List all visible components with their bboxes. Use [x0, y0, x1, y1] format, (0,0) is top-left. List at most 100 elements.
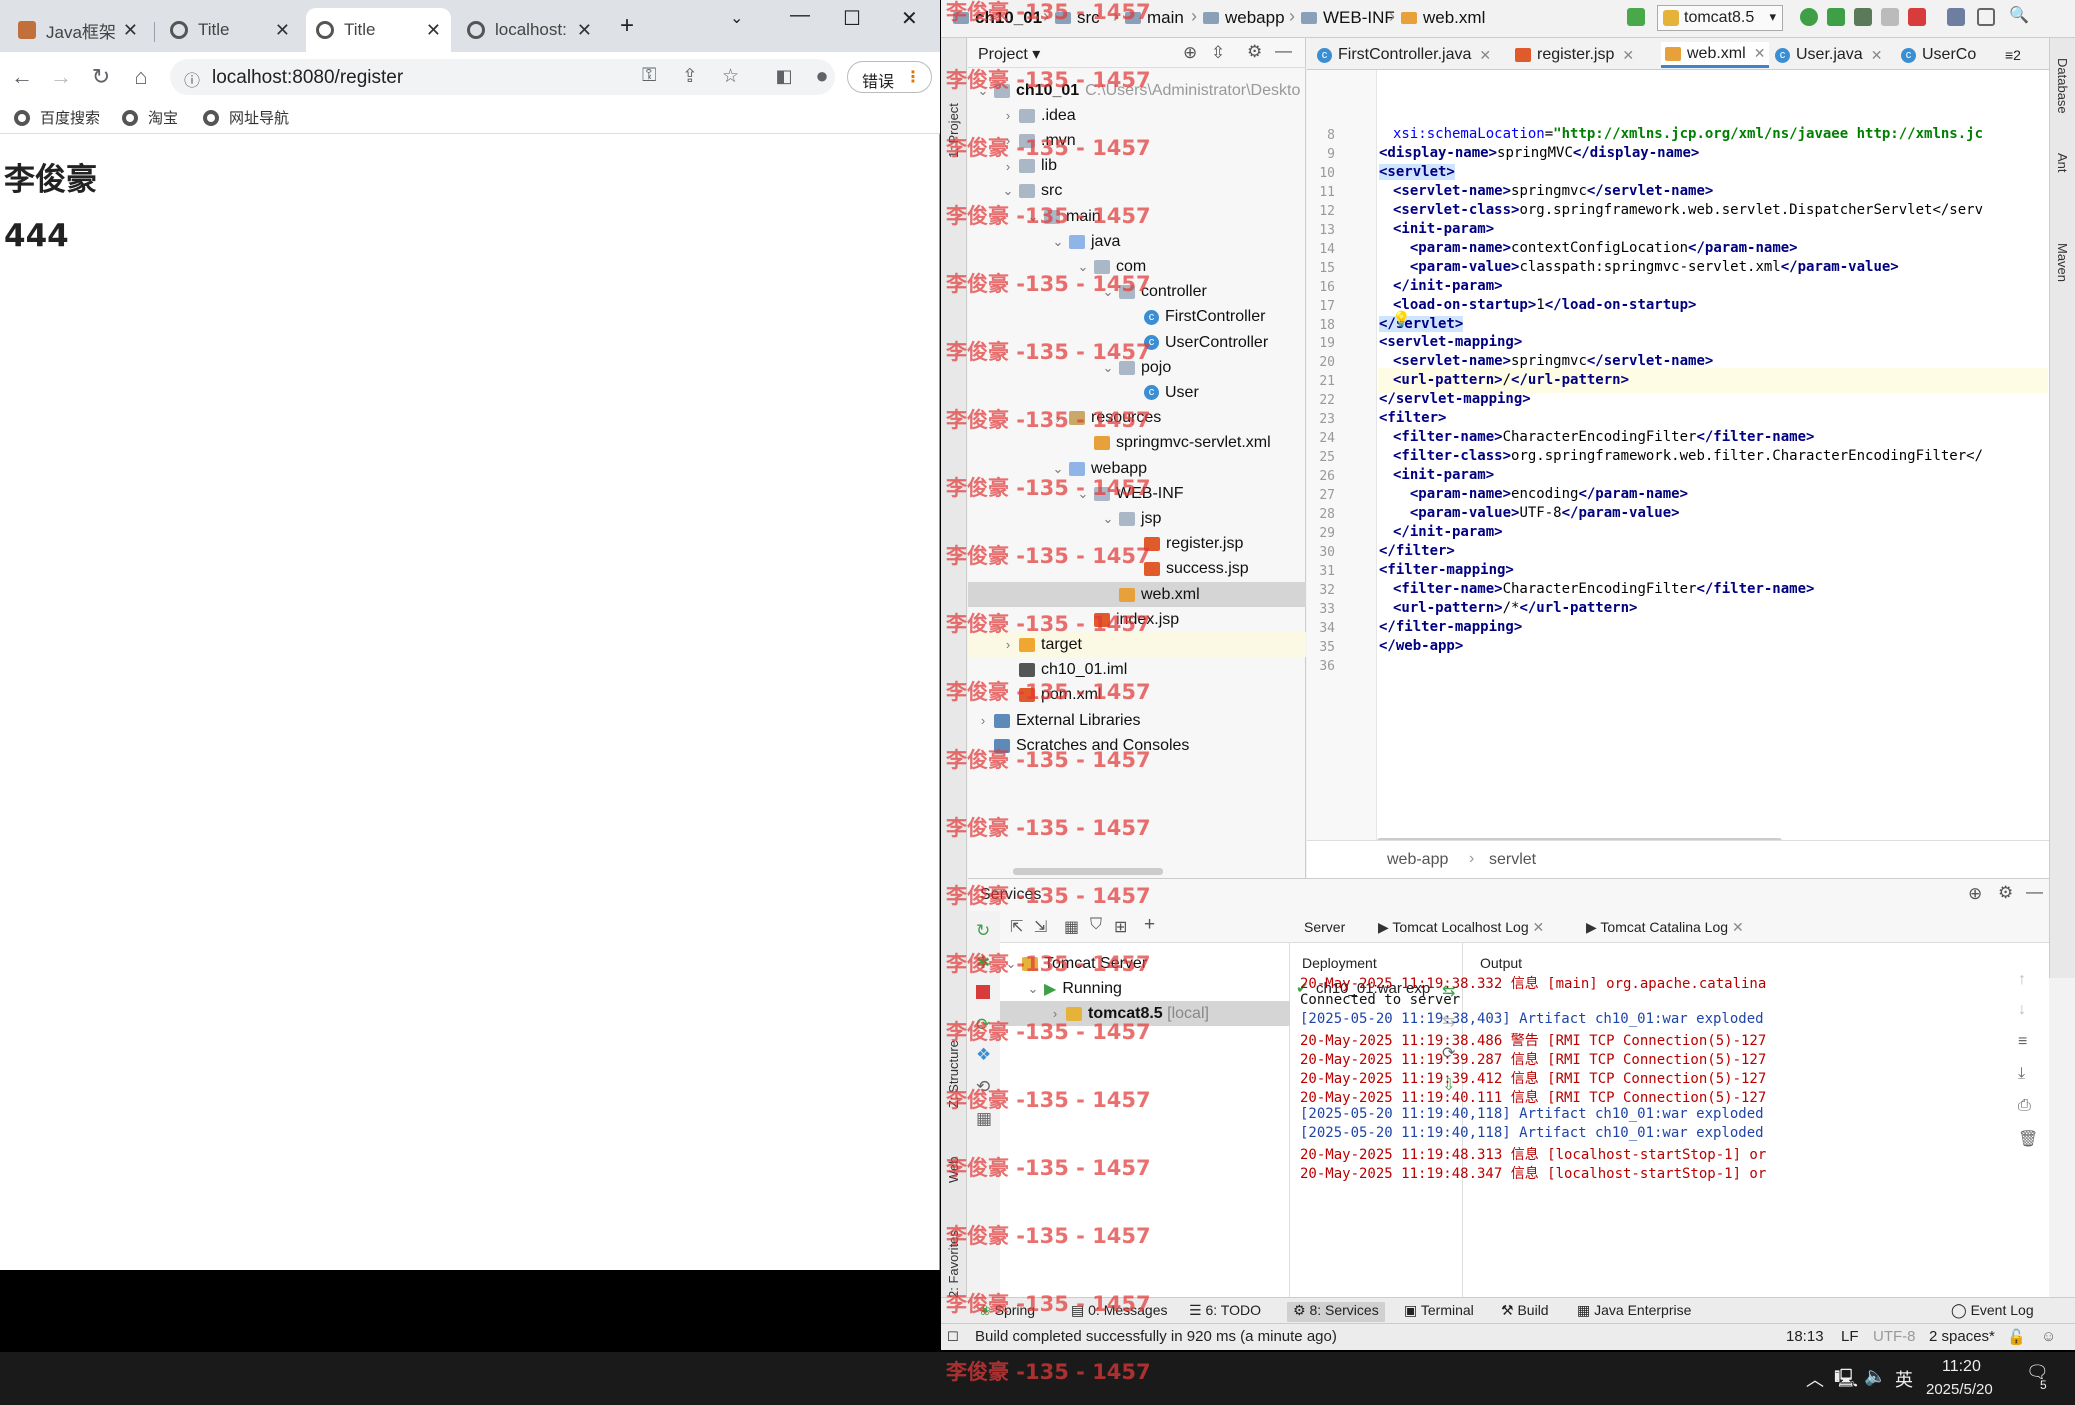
- group-icon[interactable]: ▦: [1064, 917, 1079, 937]
- code-line[interactable]: <param-value>classpath:springmvc-servlet…: [1393, 259, 1899, 275]
- breadcrumb-servlet[interactable]: servlet: [1489, 851, 1536, 869]
- tool-database-tab[interactable]: Database: [2055, 58, 2070, 114]
- horizontal-scrollbar[interactable]: [1013, 868, 1163, 875]
- stop-icon[interactable]: [976, 985, 990, 999]
- code-line[interactable]: </web-app>: [1379, 638, 1463, 654]
- tool-todo[interactable]: ☰ 6: TODO: [1189, 1302, 1261, 1319]
- code-line[interactable]: <init-param>: [1393, 467, 1494, 483]
- chevron-right-icon[interactable]: ›: [1001, 108, 1015, 123]
- inspector-icon[interactable]: ☺: [2041, 1328, 2056, 1345]
- clock-date[interactable]: 2025/5/20: [1926, 1381, 1993, 1398]
- browser-tab-4[interactable]: localhost: ✕: [457, 8, 602, 52]
- maximize-button[interactable]: ☐: [843, 6, 861, 31]
- run-configuration-select[interactable]: tomcat8.5 ▾: [1657, 5, 1783, 31]
- close-icon[interactable]: ✕: [275, 20, 290, 41]
- tool-event-log[interactable]: ◯ Event Log: [1951, 1302, 2034, 1319]
- expand-all-icon[interactable]: ⇱: [1010, 917, 1023, 937]
- locate-icon[interactable]: ⊕: [1183, 43, 1197, 63]
- close-icon[interactable]: ✕: [123, 20, 138, 41]
- tool-terminal[interactable]: ▣ Terminal: [1404, 1302, 1474, 1319]
- bookmark-hao[interactable]: 网址导航: [203, 107, 289, 128]
- browser-tab-3-active[interactable]: Title ✕: [306, 8, 451, 52]
- back-button[interactable]: ←: [8, 63, 36, 91]
- volume-icon[interactable]: 🔈: [1864, 1366, 1886, 1387]
- tab-firstcontroller[interactable]: c FirstController.java ✕: [1317, 42, 1491, 68]
- tree-item[interactable]: ⌄ java: [1051, 229, 1121, 254]
- code-line[interactable]: <servlet>: [1379, 163, 1455, 180]
- code-line[interactable]: <display-name>springMVC</display-name>: [1379, 145, 1699, 161]
- code-line[interactable]: <filter-name>CharacterEncodingFilter</fi…: [1393, 581, 1814, 597]
- trash-icon[interactable]: 🗑: [2018, 1129, 2038, 1149]
- indent-setting[interactable]: 2 spaces*: [1929, 1328, 1995, 1345]
- ime-indicator[interactable]: 英: [1895, 1366, 1913, 1392]
- browser-tab-1[interactable]: Java框架开 ✕: [8, 8, 148, 52]
- close-icon[interactable]: ✕: [1479, 47, 1491, 64]
- chevron-right-icon[interactable]: ›: [976, 713, 990, 728]
- tree-item[interactable]: c User: [1126, 380, 1199, 405]
- rerun-icon[interactable]: ↻: [976, 921, 990, 941]
- breadcrumb-webapp[interactable]: webapp: [1203, 8, 1285, 28]
- code-line[interactable]: </servlet-mapping>: [1379, 391, 1531, 407]
- share-icon[interactable]: ⇪: [682, 65, 698, 88]
- chevron-down-icon[interactable]: ⌄: [1051, 234, 1065, 250]
- stop-icon[interactable]: [1908, 8, 1926, 26]
- soft-wrap-icon[interactable]: ≡: [2018, 1033, 2027, 1051]
- tab-catalina-log[interactable]: ▶ Tomcat Catalina Log ✕: [1586, 919, 1744, 936]
- line-separator[interactable]: LF: [1841, 1328, 1859, 1345]
- window-close-button[interactable]: ✕: [901, 6, 918, 31]
- code-line[interactable]: </init-param>: [1393, 278, 1503, 294]
- hide-icon[interactable]: —: [1275, 41, 1292, 61]
- code-line[interactable]: <filter-class>org.springframework.web.fi…: [1393, 448, 1983, 464]
- add-icon[interactable]: +: [1144, 914, 1155, 936]
- new-tab-icon[interactable]: ⊞: [1114, 917, 1127, 937]
- code-line[interactable]: </filter>: [1379, 543, 1455, 559]
- build-hammer-icon[interactable]: [1627, 8, 1645, 26]
- tool-maven-tab[interactable]: Maven: [2055, 243, 2070, 282]
- tool-java-enterprise[interactable]: ▦ Java Enterprise: [1577, 1302, 1691, 1319]
- breadcrumb-web-app[interactable]: web-app: [1387, 851, 1448, 869]
- minimize-button[interactable]: —: [790, 4, 810, 27]
- tab-web-xml[interactable]: web.xml ✕: [1661, 42, 1770, 68]
- tree-item[interactable]: ⌄ jsp: [1101, 506, 1162, 531]
- code-line[interactable]: <url-pattern>/</url-pattern>: [1393, 372, 1629, 388]
- info-icon[interactable]: ⓘ: [184, 67, 200, 91]
- layout-icon[interactable]: [1977, 8, 1995, 26]
- code-line[interactable]: <param-name>contextConfigLocation</param…: [1393, 240, 1798, 256]
- profile-icon[interactable]: ●: [808, 62, 836, 90]
- star-icon[interactable]: ☆: [722, 65, 739, 88]
- project-structure-icon[interactable]: [1947, 8, 1965, 26]
- code-line[interactable]: <init-param>: [1393, 221, 1494, 237]
- tree-item[interactable]: › .idea: [1001, 103, 1076, 128]
- tab-user-java[interactable]: c User.java ✕: [1775, 42, 1882, 68]
- deploy-icon[interactable]: ❖: [976, 1045, 991, 1065]
- tab-overflow-menu[interactable]: ≡2: [2005, 42, 2021, 68]
- filter-icon[interactable]: ⛉: [1090, 916, 1102, 934]
- profiler-icon[interactable]: [1881, 8, 1899, 26]
- bookmark-baidu[interactable]: 百度搜索: [14, 107, 100, 128]
- hide-icon[interactable]: —: [2026, 882, 2043, 902]
- tree-item[interactable]: web.xml: [968, 582, 1306, 607]
- tab-usercontroller[interactable]: c UserCo: [1901, 42, 1976, 68]
- chevron-down-icon[interactable]: ⌄: [1101, 511, 1115, 527]
- tree-item[interactable]: springmvc-servlet.xml: [1076, 431, 1271, 456]
- status-icon[interactable]: ☐: [947, 1329, 959, 1345]
- new-tab-button[interactable]: +: [620, 12, 634, 40]
- caret-position[interactable]: 18:13: [1786, 1328, 1824, 1345]
- scroll-down-icon[interactable]: ↓: [2018, 1001, 2026, 1019]
- forward-button[interactable]: →: [47, 63, 75, 91]
- close-icon[interactable]: ✕: [1732, 919, 1744, 935]
- close-icon[interactable]: ✕: [577, 20, 592, 41]
- lock-icon[interactable]: 🔓: [2007, 1328, 2026, 1346]
- tool-services[interactable]: ⚙ 8: Services: [1287, 1302, 1385, 1322]
- lightbulb-icon[interactable]: 💡: [1392, 310, 1411, 328]
- code-line[interactable]: <servlet-name>springmvc</servlet-name>: [1393, 353, 1713, 369]
- code-line[interactable]: <param-value>UTF-8</param-value>: [1393, 505, 1680, 521]
- search-icon[interactable]: 🔍: [2009, 5, 2029, 24]
- collapse-icon[interactable]: ⇳: [1211, 43, 1225, 63]
- clock-time[interactable]: 11:20: [1942, 1358, 1981, 1376]
- reload-button[interactable]: ↻: [87, 63, 115, 91]
- side-panel-icon[interactable]: ◧: [770, 62, 798, 90]
- code-line[interactable]: xsi:schemaLocation="http://xmlns.jcp.org…: [1393, 126, 1983, 142]
- tool-ant-tab[interactable]: Ant: [2055, 153, 2070, 173]
- code-line[interactable]: <servlet-name>springmvc</servlet-name>: [1393, 183, 1713, 199]
